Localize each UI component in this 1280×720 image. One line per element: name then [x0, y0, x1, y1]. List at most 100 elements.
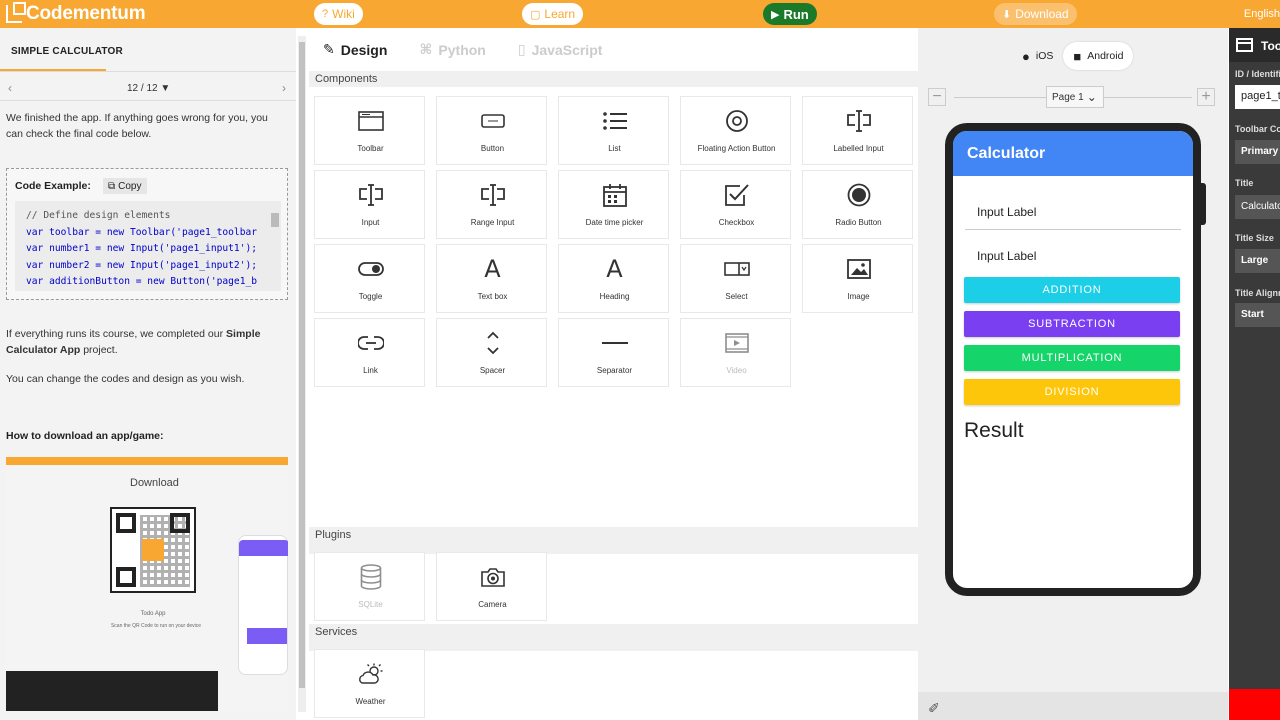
add-page-button[interactable]: +: [1197, 88, 1215, 106]
tab-label: Design: [340, 41, 388, 58]
component-range-input[interactable]: Range Input: [436, 170, 547, 239]
plus-icon: +: [1201, 88, 1211, 105]
download-label: Download: [1015, 7, 1069, 21]
page-indicator[interactable]: 12 / 12 ▼: [127, 83, 170, 94]
id-field[interactable]: page1_toolbar: [1235, 85, 1280, 109]
component-label: Date time picker: [585, 218, 644, 227]
download-button[interactable]: ⬇ Download: [994, 3, 1077, 25]
component-toolbar[interactable]: Toolbar: [314, 96, 425, 165]
component-input[interactable]: Input: [314, 170, 425, 239]
code-scrollbar[interactable]: [271, 205, 279, 287]
title-field[interactable]: Calculator: [1235, 195, 1280, 219]
learn-button[interactable]: ▢ Learn: [522, 3, 584, 25]
component-heading[interactable]: A Heading: [558, 244, 669, 313]
properties-panel: Toolbar ID / Identifier page1_toolbar To…: [1229, 28, 1280, 720]
codementum-logo[interactable]: Codementum: [6, 2, 146, 25]
remove-page-button[interactable]: −: [928, 88, 946, 106]
input-1-label[interactable]: Input Label: [977, 205, 1036, 219]
tab-python[interactable]: ⌘ Python: [419, 41, 485, 58]
page-select[interactable]: Page 1 ⌄: [1046, 86, 1104, 108]
title-align-select[interactable]: Start: [1235, 303, 1280, 327]
next-page-icon[interactable]: ›: [282, 81, 286, 95]
component-label: Toolbar: [357, 144, 384, 153]
tab-javascript[interactable]: ▯ JavaScript: [518, 41, 603, 58]
component-list[interactable]: List: [558, 96, 669, 165]
component-label: Link: [363, 366, 378, 375]
input-icon: [315, 183, 426, 207]
app-toolbar[interactable]: Calculator: [953, 131, 1193, 176]
component-video[interactable]: Video: [680, 318, 791, 387]
text-box-icon: A: [484, 255, 501, 283]
component-label: Video: [726, 366, 747, 375]
video-icon: [681, 331, 792, 355]
android-toggle[interactable]: ■ Android: [1063, 42, 1134, 70]
copy-button[interactable]: ⧉ Copy: [103, 178, 147, 194]
image-scan-hint: Scan the QR Code to run on your device: [110, 623, 202, 629]
component-fab[interactable]: Floating Action Button: [680, 96, 791, 165]
tutorial-scroll-thumb[interactable]: [299, 42, 305, 688]
separator-icon: [559, 331, 670, 355]
link-icon: [315, 331, 426, 355]
result-heading[interactable]: Result: [964, 419, 1024, 443]
component-label: Range Input: [470, 218, 515, 227]
properties-title: Toolbar: [1261, 39, 1280, 53]
component-labelled-input[interactable]: Labelled Input: [802, 96, 913, 165]
input-2-label[interactable]: Input Label: [977, 249, 1036, 263]
image-app-name: Todo App: [140, 611, 166, 617]
code-example-box: Code Example: ⧉ Copy // Define design el…: [6, 168, 288, 300]
code-line: var number1 = new Input('page1_input1');: [26, 243, 258, 254]
chevron-down-icon: ⌄: [1086, 90, 1097, 104]
image-download-title: Download: [130, 477, 179, 489]
component-select[interactable]: Select: [680, 244, 791, 313]
app-preview-panel: ● iOS ■ Android − Page 1 ⌄ + Calculator …: [918, 28, 1228, 720]
apple-icon: ●: [1022, 48, 1030, 64]
tutorial-scrollbar[interactable]: [298, 36, 306, 712]
component-text-box[interactable]: A Text box: [436, 244, 547, 313]
brush-icon[interactable]: ✐: [928, 700, 940, 717]
prev-page-icon[interactable]: ‹: [8, 81, 12, 95]
run-label: Run: [783, 6, 809, 22]
code-editor[interactable]: // Define design elements var toolbar = …: [15, 201, 281, 291]
language-selector[interactable]: English: [1244, 8, 1280, 20]
error-indicator[interactable]: [1229, 689, 1280, 720]
component-label: List: [608, 144, 621, 153]
division-button[interactable]: DIVISION: [964, 379, 1180, 405]
ios-toggle[interactable]: ● iOS: [1012, 42, 1063, 70]
toolbar-icon: [315, 109, 426, 133]
toolbar-color-select[interactable]: Primary: [1235, 140, 1280, 164]
code-scroll-thumb[interactable]: [271, 213, 279, 227]
component-separator[interactable]: Separator: [558, 318, 669, 387]
preview-footer: ✐: [918, 692, 1228, 720]
tab-label: Python: [438, 41, 486, 58]
brand-name: Codementum: [26, 3, 146, 24]
tutorial-pager: ‹ 12 / 12 ▼ ›: [0, 80, 296, 98]
component-link[interactable]: Link: [314, 318, 425, 387]
service-weather[interactable]: Weather: [314, 649, 425, 718]
plugin-camera[interactable]: Camera: [436, 552, 547, 621]
component-checkbox[interactable]: Checkbox: [680, 170, 791, 239]
component-label: Select: [725, 292, 748, 301]
tab-label: JavaScript: [531, 41, 603, 58]
plugin-label: Camera: [478, 600, 507, 609]
tutorial-title[interactable]: SIMPLE CALCULATOR: [11, 46, 123, 57]
multiplication-button[interactable]: MULTIPLICATION: [964, 345, 1180, 371]
id-label: ID / Identifier: [1235, 69, 1280, 79]
subtraction-button[interactable]: SUBTRACTION: [964, 311, 1180, 337]
title-align-label: Title Alignment: [1235, 288, 1280, 298]
component-toggle[interactable]: Toggle: [314, 244, 425, 313]
plugin-sqlite[interactable]: SQLite: [314, 552, 425, 621]
component-spacer[interactable]: Spacer: [436, 318, 547, 387]
component-radio-button[interactable]: Radio Button: [802, 170, 913, 239]
wiki-button[interactable]: ? Wiki: [314, 3, 363, 25]
component-button[interactable]: Button: [436, 96, 547, 165]
component-date-time-picker[interactable]: Date time picker: [558, 170, 669, 239]
title-size-select[interactable]: Large: [1235, 249, 1280, 273]
addition-button[interactable]: ADDITION: [964, 277, 1180, 303]
run-button[interactable]: ▶ Run: [763, 3, 817, 25]
download-icon: ⬇: [1002, 8, 1012, 21]
component-image[interactable]: Image: [802, 244, 913, 313]
toolbar-icon: [1236, 38, 1253, 52]
os-switch: ● iOS ■ Android: [1012, 42, 1134, 70]
tab-design[interactable]: ✎ Design: [323, 41, 387, 58]
button-icon: [437, 109, 548, 133]
